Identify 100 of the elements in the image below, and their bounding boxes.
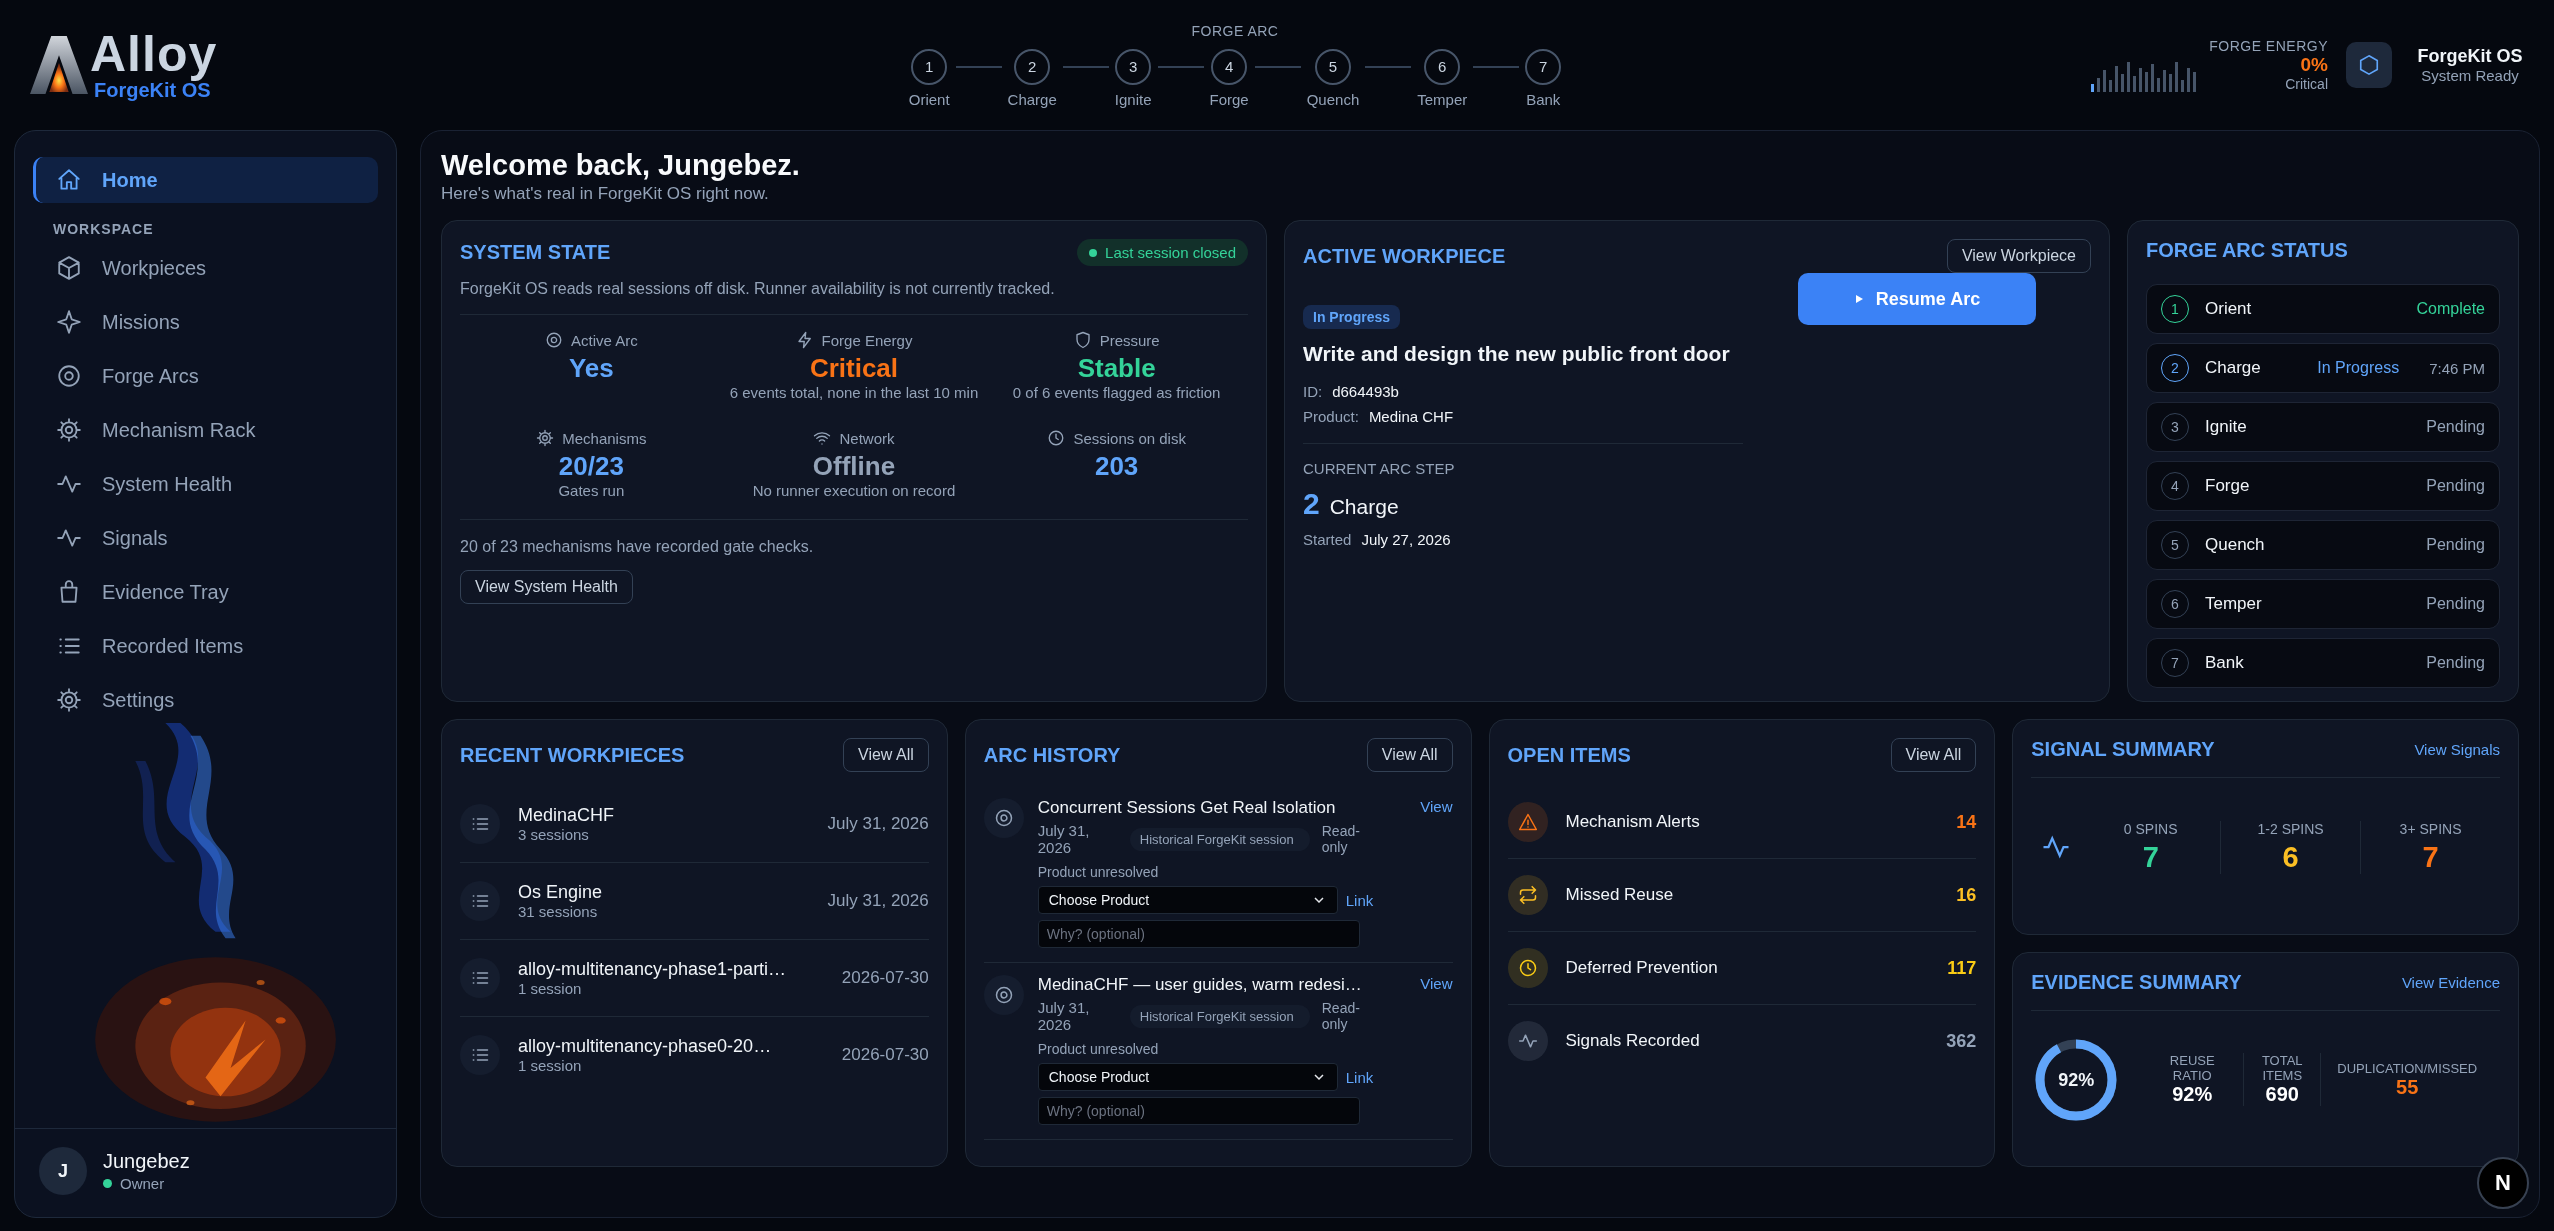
- nav-item[interactable]: Settings: [33, 677, 378, 723]
- step-number[interactable]: 4: [1211, 48, 1248, 85]
- workpiece-name[interactable]: alloy-multitenancy-phase0-20…: [518, 1036, 824, 1057]
- workpiece-name[interactable]: MedinaCHF: [518, 805, 810, 826]
- session-count: 31 sessions: [518, 903, 599, 920]
- nav-item[interactable]: Signals: [33, 515, 378, 561]
- energy-value: 0%: [2300, 54, 2328, 76]
- product-note: Product unresolved: [1037, 864, 1160, 880]
- nav-item[interactable]: System Health: [33, 461, 378, 507]
- stat-note: 0 of 6 events flagged as friction: [1012, 384, 1221, 401]
- link-button[interactable]: Link: [1345, 891, 1374, 909]
- view-all-button[interactable]: View All: [843, 738, 929, 772]
- spin-label: 0 SPINS: [2123, 820, 2178, 837]
- card-title: FORGE ARC STATUS: [2146, 239, 2349, 262]
- step-label: Bank: [1526, 90, 1561, 108]
- pulse-icon: [1507, 1021, 1548, 1061]
- resume-arc-button[interactable]: Resume Arc: [1797, 273, 2037, 325]
- stat-note: Gates run: [558, 482, 625, 499]
- step-name: Charge: [2205, 358, 2262, 378]
- nav-item[interactable]: Missions: [33, 299, 378, 345]
- stat-note: No runner execution on record: [752, 482, 956, 499]
- product-label: Product:: [1303, 408, 1359, 426]
- view-all-button[interactable]: View All: [1890, 738, 1977, 772]
- item-label[interactable]: Signals Recorded: [1565, 1031, 1929, 1051]
- spin-label: 1-2 SPINS: [2257, 820, 2324, 837]
- lightning-icon: [795, 331, 814, 349]
- view-system-health-button[interactable]: View System Health: [460, 570, 633, 604]
- view-link[interactable]: View: [1420, 975, 1453, 995]
- evidence-label: DUPLICATION/MISSED: [2337, 1060, 2478, 1076]
- view-link[interactable]: View: [1420, 798, 1453, 818]
- item-count: 117: [1947, 957, 1977, 979]
- step-name: Ignite: [2205, 417, 2248, 437]
- step-number[interactable]: 1: [911, 48, 948, 85]
- evidence-label: REUSE RATIO: [2168, 1053, 2216, 1083]
- workpiece-date: July 31, 2026: [827, 814, 929, 834]
- play-icon: [1853, 294, 1864, 304]
- step-name: Forge: [2205, 476, 2251, 496]
- step-number[interactable]: 2: [1014, 48, 1051, 85]
- nav-item[interactable]: Evidence Tray: [33, 569, 378, 615]
- nav-item[interactable]: Recorded Items: [33, 623, 378, 669]
- stat-note: 6 events total, none in the last 10 min: [729, 384, 979, 401]
- card-title: OPEN ITEMS: [1507, 743, 1631, 767]
- status-badge: Last session closed: [1077, 239, 1248, 266]
- user-name: Jungebez: [103, 1150, 190, 1173]
- product-select[interactable]: Choose Product: [1037, 886, 1338, 914]
- stat-value: Offline: [812, 451, 896, 482]
- session-count: 3 sessions: [518, 826, 590, 843]
- workpiece-name[interactable]: alloy-multitenancy-phase1-parti…: [518, 959, 824, 980]
- stat-value: 20/23: [558, 451, 624, 482]
- card-title: SYSTEM STATE: [460, 241, 611, 264]
- view-all-button[interactable]: View All: [1366, 738, 1453, 772]
- card-title: ACTIVE WORKPIECE: [1303, 244, 1506, 268]
- spin-count: 6: [2282, 840, 2299, 874]
- nav-item[interactable]: Home: [33, 157, 378, 203]
- view-signals-link[interactable]: View Signals: [2414, 741, 2500, 758]
- clock-icon: [1507, 948, 1548, 988]
- nav-item[interactable]: Workpieces: [33, 245, 378, 291]
- energy-label: FORGE ENERGY: [2209, 38, 2328, 54]
- step-status: Pending: [2426, 418, 2485, 436]
- step-status: Pending: [2426, 477, 2485, 495]
- step-status: Complete: [2416, 300, 2485, 318]
- id-label: ID:: [1303, 383, 1323, 401]
- step-number[interactable]: 6: [1424, 48, 1461, 85]
- reason-field[interactable]: Why? (optional): [1037, 920, 1360, 948]
- step-label: Quench: [1306, 90, 1360, 108]
- repeat-icon: [1507, 875, 1548, 915]
- target-icon: [983, 975, 1024, 1015]
- stat-value: Stable: [1077, 353, 1156, 384]
- system-name: ForgeKit OS: [2417, 46, 2523, 67]
- avatar[interactable]: J: [39, 1147, 87, 1195]
- step-number[interactable]: 3: [1115, 48, 1152, 85]
- nav-item[interactable]: Forge Arcs: [33, 353, 378, 399]
- list-icon: [460, 958, 500, 998]
- step-number[interactable]: 7: [1525, 48, 1562, 85]
- footer-text: 20 of 23 mechanisms have recorded gate checks.: [460, 538, 815, 556]
- item-label[interactable]: Deferred Prevention: [1565, 958, 1930, 978]
- reason-field[interactable]: Why? (optional): [1037, 1097, 1360, 1125]
- stat-value: Yes: [568, 353, 614, 384]
- step-number[interactable]: 5: [1314, 48, 1351, 85]
- stat-label: Pressure: [1099, 331, 1160, 349]
- dev-tools-button[interactable]: N: [2477, 1157, 2529, 1209]
- workpiece-date: 2026-07-30: [841, 1045, 929, 1065]
- item-label[interactable]: Mechanism Alerts: [1565, 812, 1939, 832]
- session-date: July 31, 2026: [1037, 822, 1091, 856]
- card-title: SIGNAL SUMMARY: [2031, 738, 2215, 761]
- stepper-title: FORGE ARC: [1191, 22, 1279, 39]
- item-count: 16: [1956, 884, 1977, 906]
- workpiece-name[interactable]: Os Engine: [518, 882, 810, 903]
- session-date: July 31, 2026: [1037, 999, 1091, 1033]
- link-button[interactable]: Link: [1345, 1068, 1374, 1086]
- list-icon: [460, 1035, 500, 1075]
- evidence-value: 55: [2396, 1075, 2419, 1099]
- item-label[interactable]: Missed Reuse: [1565, 885, 1939, 905]
- nav-item[interactable]: Mechanism Rack: [33, 407, 378, 453]
- product-select[interactable]: Choose Product: [1037, 1063, 1338, 1091]
- card-title: ARC HISTORY: [983, 743, 1121, 767]
- started-date: July 27, 2026: [1361, 531, 1451, 549]
- step-label: Forge: [1209, 90, 1249, 108]
- view-evidence-link[interactable]: View Evidence: [2401, 974, 2500, 991]
- ring-label: 92%: [2058, 1069, 2095, 1090]
